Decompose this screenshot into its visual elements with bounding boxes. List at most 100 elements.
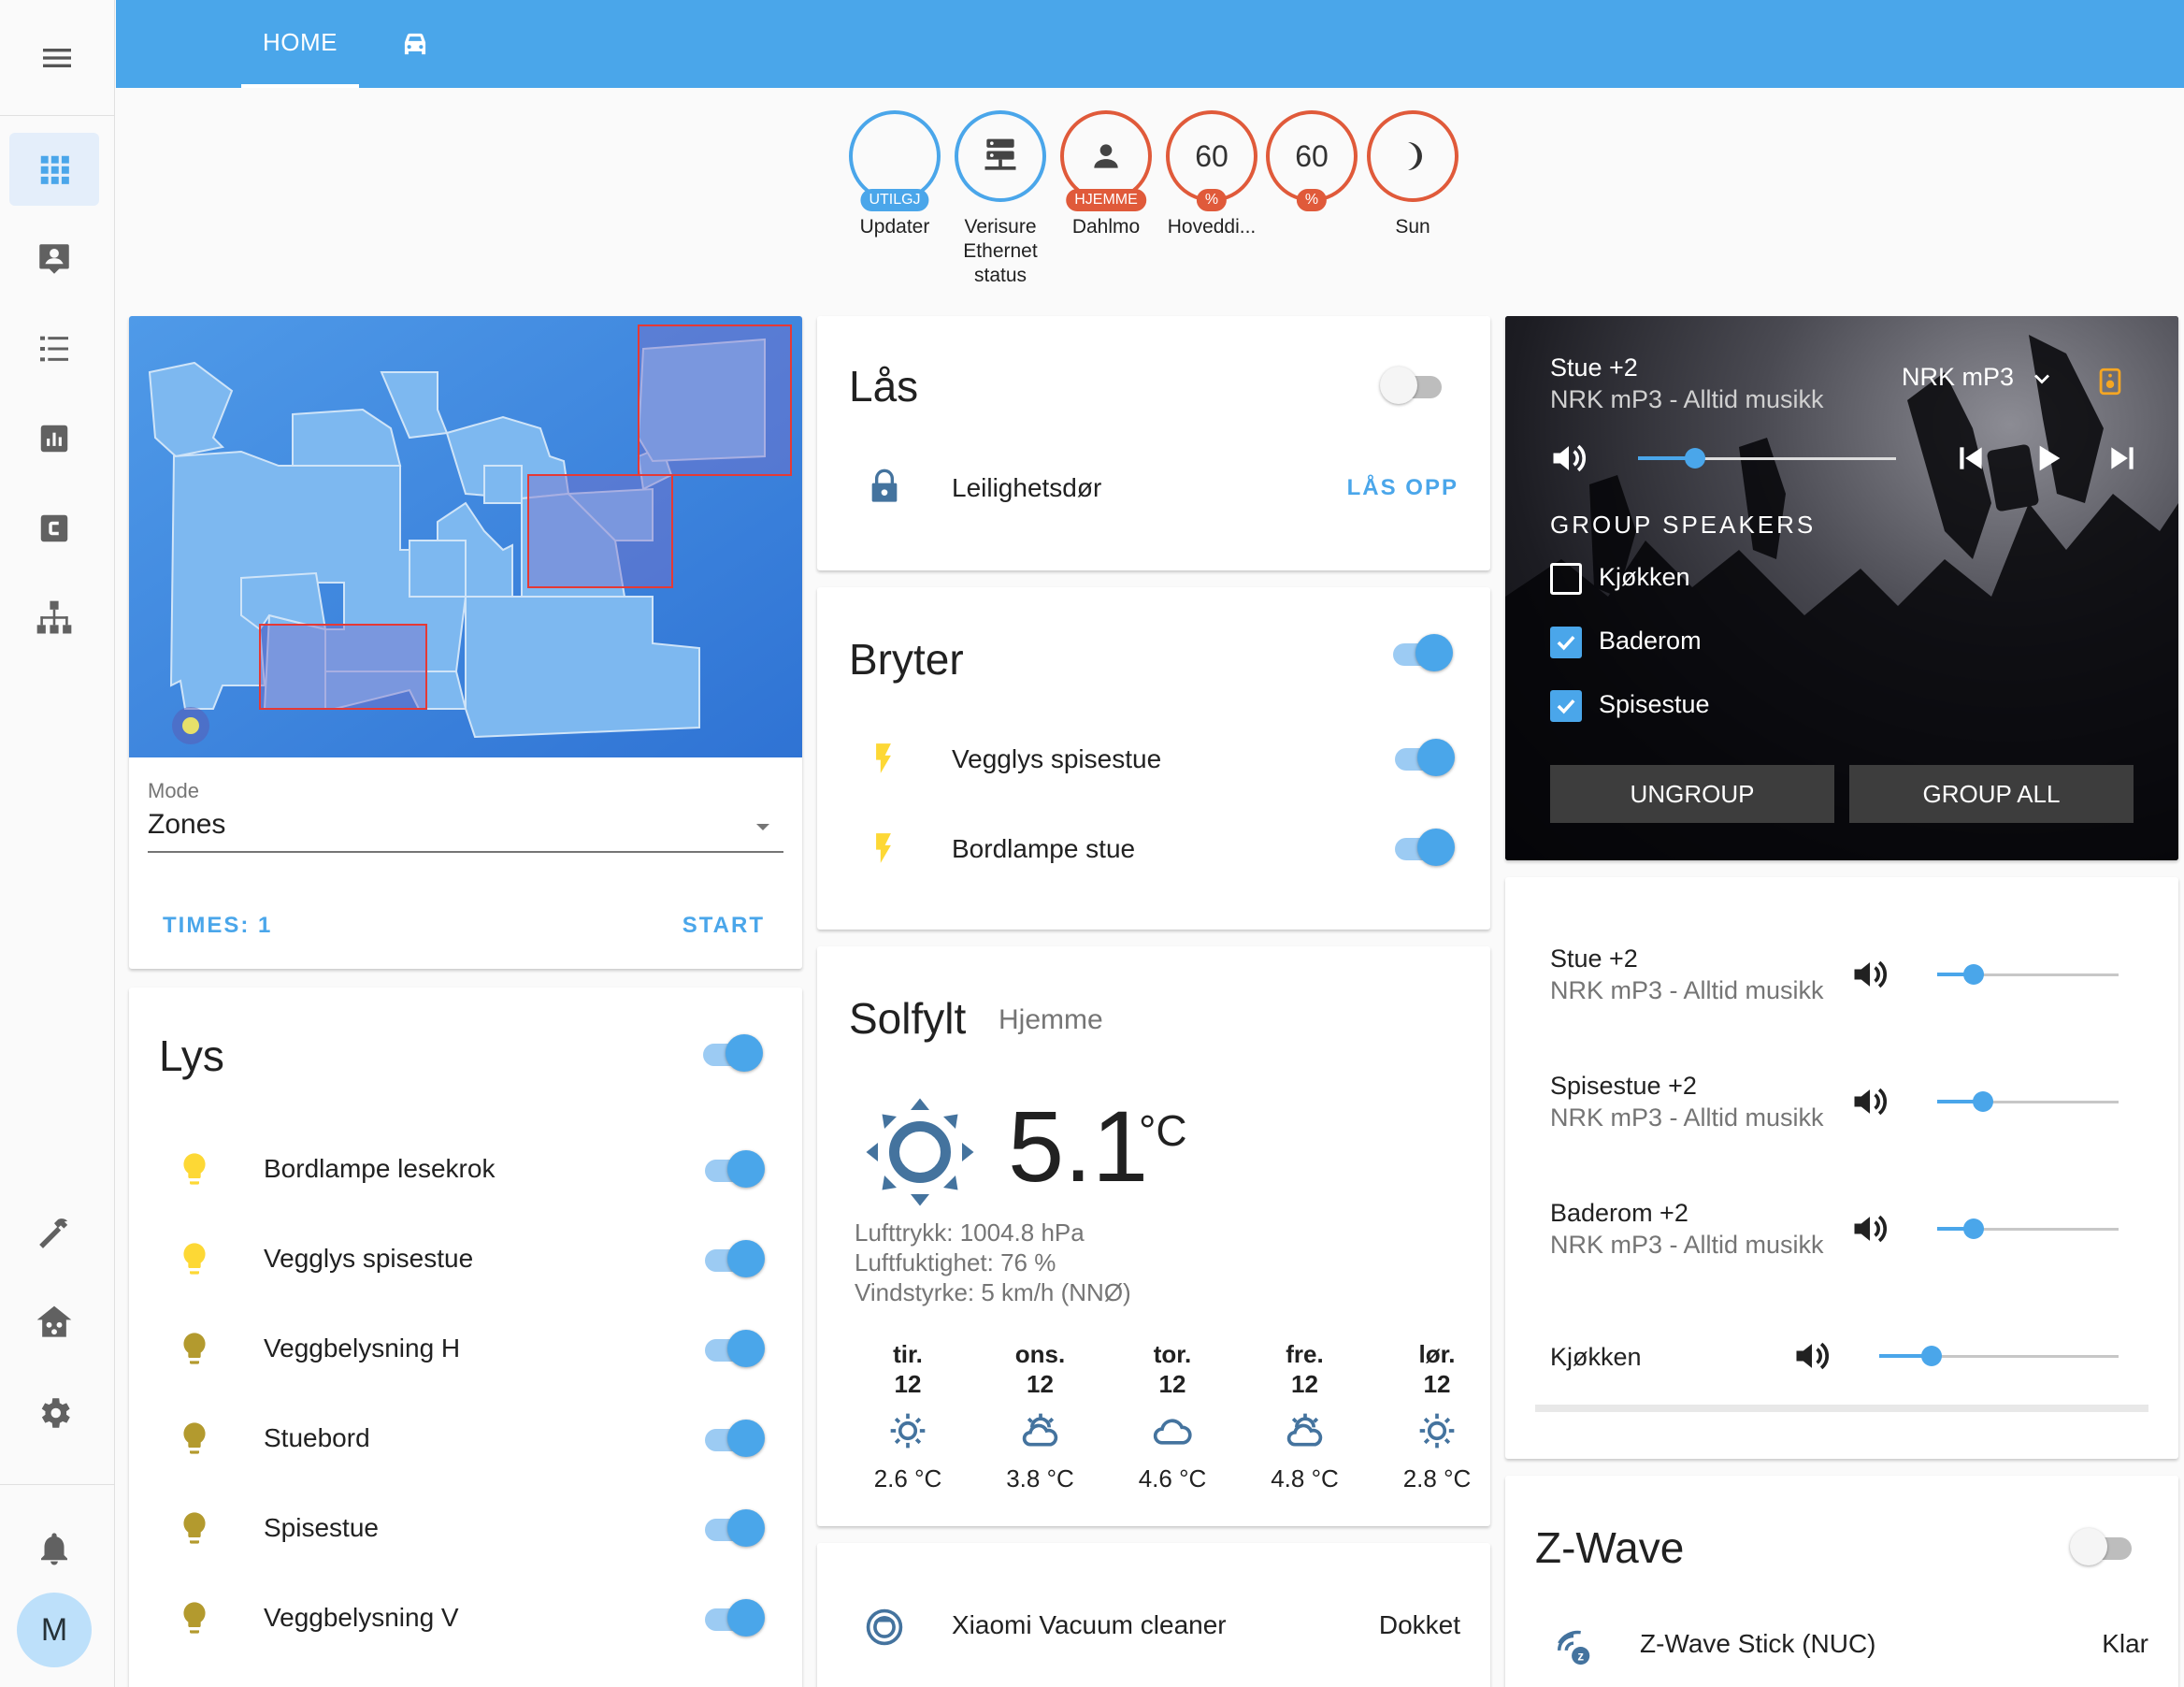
speaker-volume-slider[interactable] (1879, 1345, 2119, 1367)
card-scrollbar[interactable] (1535, 1405, 2148, 1412)
vacuum-name[interactable]: Xiaomi Vacuum cleaner (952, 1610, 1227, 1640)
zwave-master-toggle[interactable] (2070, 1524, 2135, 1569)
start-button[interactable]: START (682, 913, 765, 939)
light-toggle[interactable] (699, 1326, 765, 1371)
notifications-button[interactable] (9, 1512, 99, 1585)
sunny-icon (866, 1098, 974, 1206)
speaker-name[interactable]: Baderom +2 (1550, 1197, 1688, 1229)
sidebar-item-developer-tools[interactable] (9, 1197, 99, 1270)
lightbulb-icon (183, 1512, 206, 1544)
bryter-master-toggle[interactable] (1387, 630, 1453, 675)
forecast-date: 12 (894, 1370, 922, 1398)
volume-icon[interactable] (1548, 438, 1589, 479)
las-master-toggle[interactable] (1380, 363, 1445, 408)
badge-hoveddi[interactable]: 60% Hoveddi... (1164, 110, 1259, 239)
sidebar-item-history[interactable] (9, 402, 99, 475)
speaker-row: Kjøkken (1505, 1324, 2178, 1399)
vacuum-map-card: Mode Zones TIMES: 1 START (129, 316, 802, 969)
tab-car[interactable] (380, 0, 451, 88)
volume-icon[interactable] (1849, 1208, 1890, 1254)
speaker-name[interactable]: Stue +2 (1550, 943, 1638, 974)
robot-vacuum-icon (866, 1608, 903, 1646)
speaker-volume-slider[interactable] (1937, 963, 2119, 986)
speaker-subtitle: NRK mP3 - Alltid musikk (1550, 1231, 1824, 1259)
volume-icon[interactable] (1849, 954, 1890, 1000)
weather-temp: 5.1 (1008, 1089, 1149, 1203)
group-speaker-row[interactable]: Kjøkken (1550, 561, 1924, 598)
badge-updater[interactable]: UTILGJ Updater (847, 110, 942, 239)
group-speaker-checkbox[interactable] (1550, 627, 1582, 658)
light-row[interactable]: Veggbelysning V (129, 1590, 802, 1650)
next-icon[interactable] (2104, 440, 2141, 477)
zwave-icon: z (1557, 1630, 1590, 1665)
light-toggle[interactable] (699, 1416, 765, 1461)
bryter-item-toggle[interactable] (1389, 735, 1455, 780)
light-row[interactable]: Spisestue (129, 1500, 802, 1560)
lightbulb-icon (183, 1422, 206, 1454)
badge-humidity[interactable]: 60% (1264, 110, 1359, 215)
times-button[interactable]: TIMES: 1 (163, 913, 272, 939)
light-toggle[interactable] (699, 1146, 765, 1191)
flash-icon (876, 833, 891, 863)
light-row[interactable]: Bordlampe lesekrok (129, 1141, 802, 1201)
bryter-item-toggle[interactable] (1389, 825, 1455, 870)
media-volume-slider[interactable] (1638, 447, 1896, 469)
server-network-icon (984, 138, 1016, 170)
speaker-group-icon[interactable] (2094, 363, 2126, 400)
sidebar-item-logbook[interactable] (9, 312, 99, 385)
check-icon (1557, 699, 1575, 714)
sitemap-icon (36, 600, 72, 634)
sidebar: M (0, 0, 115, 1687)
source-select[interactable]: NRK mP3 (1902, 363, 2055, 392)
sidebar-item-calendar[interactable] (9, 492, 99, 565)
forecast-weekday: tor. (1153, 1340, 1192, 1368)
group-speaker-row[interactable]: Spisestue (1550, 688, 1924, 726)
badge-sun[interactable]: Sun (1365, 110, 1460, 239)
sidebar-item-hacs[interactable] (9, 1287, 99, 1360)
sidebar-item-overview[interactable] (9, 133, 99, 206)
volume-icon[interactable] (1791, 1335, 1832, 1381)
light-toggle[interactable] (699, 1595, 765, 1640)
light-toggle[interactable] (699, 1236, 765, 1281)
weather-location: Hjemme (999, 1004, 1103, 1035)
badge-dahlmo[interactable]: HJEMME Dahlmo (1058, 110, 1154, 239)
media-player-card: Stue +2 NRK mP3 - Alltid musikk NRK mP3 … (1505, 316, 2178, 860)
speaker-volume-slider[interactable] (1937, 1218, 2119, 1240)
previous-icon[interactable] (1952, 440, 1990, 477)
light-row[interactable]: Vegglys spisestue (129, 1231, 802, 1290)
sidebar-item-map[interactable] (9, 223, 99, 296)
light-row[interactable]: Veggbelysning H (129, 1320, 802, 1380)
group-speaker-row[interactable]: Baderom (1550, 625, 1924, 662)
las-opp-button[interactable]: LÅS OPP (1347, 475, 1458, 501)
speaker-name[interactable]: Spisestue +2 (1550, 1070, 1697, 1102)
hammer-icon (39, 1218, 68, 1248)
light-label: Stuebord (264, 1423, 370, 1452)
mode-select[interactable]: Zones (148, 806, 783, 853)
menu-button[interactable] (0, 0, 114, 116)
group-speaker-checkbox[interactable] (1550, 563, 1582, 595)
volume-icon[interactable] (1849, 1081, 1890, 1127)
group-speaker-checkbox[interactable] (1550, 690, 1582, 722)
play-icon[interactable] (2029, 440, 2066, 477)
light-row[interactable]: Stuebord (129, 1410, 802, 1470)
forecast-temp: 2.8 °C (1402, 1464, 1472, 1492)
lock-icon (871, 469, 898, 502)
speaker-name[interactable]: Kjøkken (1550, 1341, 1642, 1373)
ungroup-button[interactable]: UNGROUP (1550, 765, 1834, 823)
speaker-volume-slider[interactable] (1937, 1090, 2119, 1113)
gear-icon (41, 1398, 70, 1428)
badge-verisure[interactable]: Verisure Ethernet status (953, 110, 1048, 288)
bryter-card: Bryter Vegglys spisestue Bordlampe stue (817, 587, 1490, 930)
group-all-button[interactable]: GROUP ALL (1849, 765, 2134, 823)
sidebar-item-settings[interactable] (9, 1377, 99, 1449)
light-toggle[interactable] (699, 1506, 765, 1550)
light-label: Vegglys spisestue (264, 1244, 474, 1273)
badge-label: Hoveddi... (1167, 216, 1257, 238)
sidebar-item-hierarchy[interactable] (9, 582, 99, 655)
tab-home[interactable]: HOME (241, 0, 359, 88)
forecast-weekday: fre. (1286, 1340, 1324, 1368)
vacuum-map[interactable] (129, 316, 802, 757)
badge-unit: % (1196, 189, 1228, 211)
avatar[interactable]: M (17, 1593, 92, 1667)
lys-master-toggle[interactable] (697, 1031, 763, 1075)
